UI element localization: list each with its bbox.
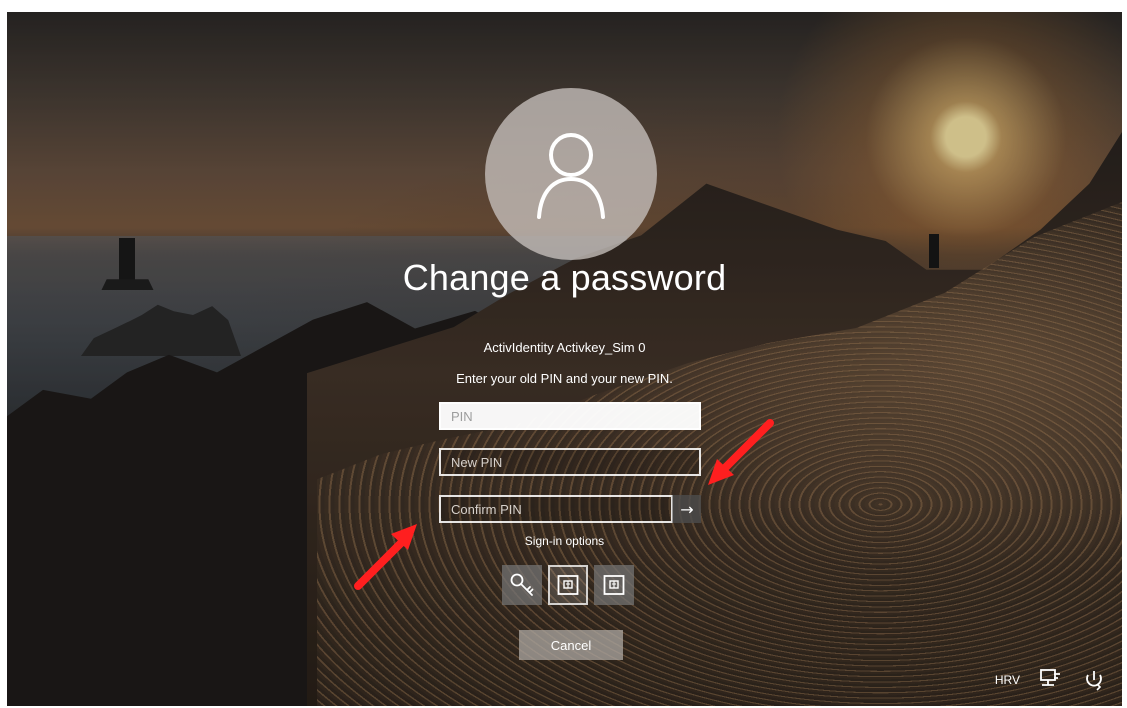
key-sign-in-option[interactable] [502,565,542,605]
user-icon [537,133,605,219]
old-pin-input[interactable] [439,402,701,430]
cancel-button[interactable]: Cancel [519,630,623,660]
status-bar: HRV [995,668,1108,692]
smart-card-icon [603,575,625,595]
smart-card-option[interactable] [594,565,634,605]
new-pin-input[interactable] [439,448,701,476]
sign-in-screen: Change a password ActivIdentity Activkey… [7,12,1122,706]
pin-instruction: Enter your old PIN and your new PIN. [456,371,673,386]
key-icon [510,573,534,596]
account-name: ActivIdentity Activkey_Sim 0 [483,340,646,355]
smart-card-icon [557,575,579,595]
language-indicator[interactable]: HRV [995,673,1020,687]
network-icon[interactable] [1036,668,1064,692]
power-icon[interactable] [1080,668,1108,692]
smart-card-option-selected[interactable] [548,565,588,605]
user-avatar [485,88,657,260]
confirm-pin-input[interactable] [439,495,673,523]
arrow-right-icon: → [680,499,694,519]
sign-in-options-label: Sign-in options [524,534,605,548]
page-title: Change a password [402,257,727,298]
submit-button[interactable]: → [672,495,701,523]
